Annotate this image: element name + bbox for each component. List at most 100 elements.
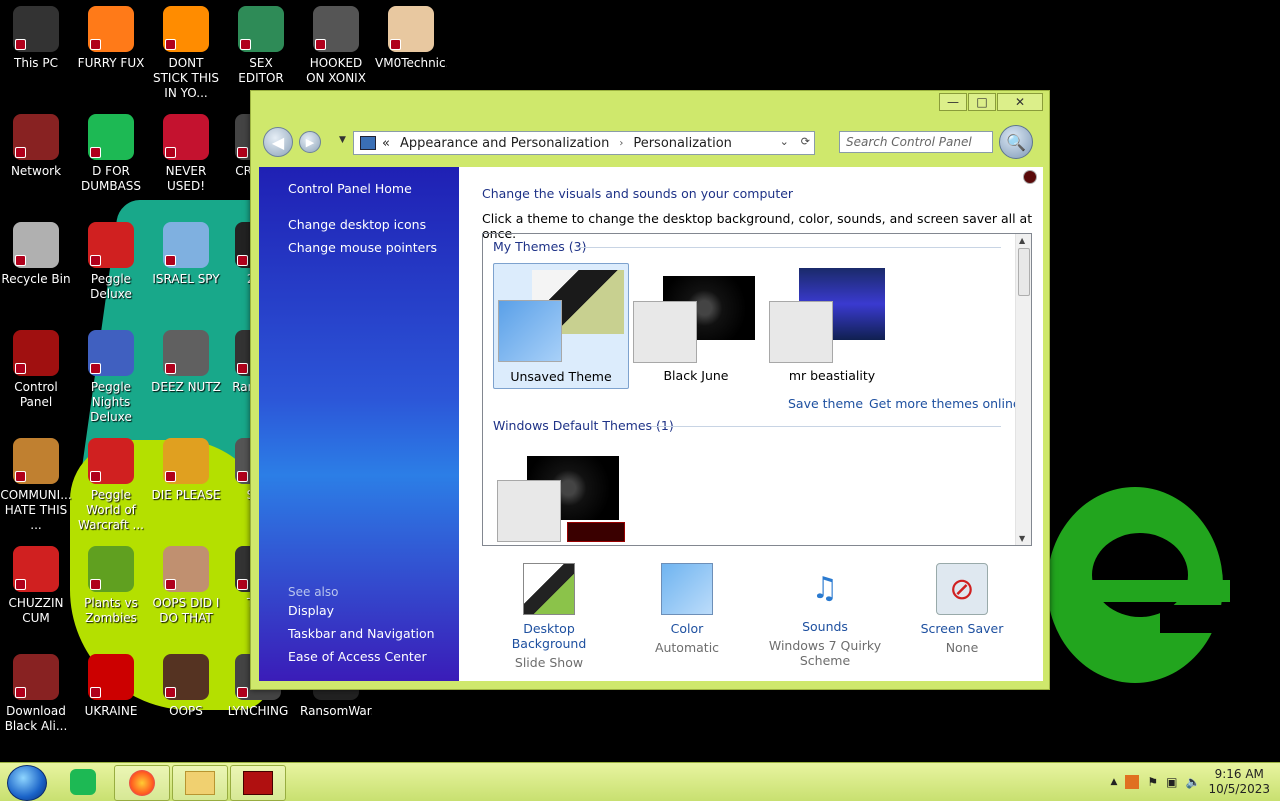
app-icon bbox=[313, 6, 359, 52]
theme-default[interactable] bbox=[493, 448, 627, 545]
desktop-icon[interactable]: Control Panel bbox=[0, 330, 72, 410]
close-button[interactable]: ✕ bbox=[997, 93, 1043, 111]
desktop-background-link[interactable]: Desktop Background bbox=[484, 621, 614, 651]
desktop-icon[interactable]: DONT STICK THIS IN YO... bbox=[150, 6, 222, 101]
back-button[interactable]: ◀ bbox=[263, 127, 293, 157]
desktop-icon[interactable]: UKRAINE bbox=[75, 654, 147, 719]
minimize-button[interactable]: — bbox=[939, 93, 967, 111]
desktop-background-setting[interactable]: Desktop Background Slide Show bbox=[484, 563, 614, 670]
recent-pages-dropdown[interactable]: ▼ bbox=[339, 135, 346, 145]
breadcrumb-separator-icon[interactable]: › bbox=[619, 138, 623, 149]
taskbar-firefox-button[interactable] bbox=[114, 765, 170, 801]
app-icon bbox=[163, 438, 209, 484]
desktop-icon[interactable]: Peggle World of Warcraft ... bbox=[75, 438, 147, 533]
control-panel-home-link[interactable]: Control Panel Home bbox=[288, 181, 412, 196]
app-icon bbox=[88, 654, 134, 700]
taskbar-explorer-button[interactable] bbox=[172, 765, 228, 801]
desktop-icon-label: Peggle Nights Deluxe bbox=[90, 380, 132, 424]
sounds-setting[interactable]: ♫ Sounds Windows 7 Quirky Scheme bbox=[760, 563, 890, 669]
desktop-icon[interactable]: CHUZZIN CUM bbox=[0, 546, 72, 626]
maximize-button[interactable]: □ bbox=[968, 93, 996, 111]
search-input[interactable]: Search Control Panel bbox=[839, 131, 993, 153]
desktop-icon[interactable]: Peggle Deluxe bbox=[75, 222, 147, 302]
screen-saver-value: None bbox=[945, 640, 979, 655]
desktop-icon[interactable]: D FOR DUMBASS bbox=[75, 114, 147, 194]
theme-black-june[interactable]: Black June bbox=[629, 263, 763, 387]
scroll-down-icon[interactable]: ▼ bbox=[1019, 534, 1025, 543]
theme-unsaved[interactable]: Unsaved Theme bbox=[493, 263, 629, 389]
theme-label: mr beastiality bbox=[788, 368, 876, 383]
personalization-window[interactable]: — □ ✕ ◀ ▶ ▼ « Appearance and Personaliza… bbox=[250, 90, 1050, 690]
spotify-icon bbox=[70, 769, 96, 795]
themes-scrollbar[interactable]: ▲ ▼ bbox=[1015, 234, 1031, 545]
app-icon bbox=[163, 222, 209, 268]
app-icon bbox=[163, 330, 209, 376]
help-icon[interactable] bbox=[1023, 170, 1037, 184]
display-link[interactable]: Display bbox=[288, 603, 334, 618]
shortcut-arrow-icon bbox=[165, 147, 176, 158]
desktop-icon[interactable]: Network bbox=[0, 114, 72, 179]
window-content: Control Panel Home Change desktop icons … bbox=[259, 167, 1043, 681]
desktop-icon-label: NEVER USED! bbox=[165, 164, 207, 193]
refresh-icon[interactable]: ⟳ bbox=[801, 135, 810, 148]
screen-saver-setting[interactable]: ⊘ Screen Saver None bbox=[897, 563, 1027, 655]
shortcut-arrow-icon bbox=[390, 39, 401, 50]
desktop-icon[interactable]: Peggle Nights Deluxe bbox=[75, 330, 147, 425]
desktop-icon[interactable]: Download Black Ali... bbox=[0, 654, 72, 734]
app-icon bbox=[13, 222, 59, 268]
save-theme-link[interactable]: Save theme bbox=[788, 396, 863, 411]
address-overflow[interactable]: « bbox=[382, 136, 390, 151]
desktop-icon[interactable]: This PC bbox=[0, 6, 72, 71]
desktop-icon[interactable]: DIE PLEASE bbox=[150, 438, 222, 503]
scroll-thumb[interactable] bbox=[1018, 248, 1030, 296]
scroll-up-icon[interactable]: ▲ bbox=[1019, 236, 1025, 245]
screen-saver-link[interactable]: Screen Saver bbox=[897, 621, 1027, 636]
app-icon bbox=[163, 654, 209, 700]
desktop-icon[interactable]: FURRY FUX bbox=[75, 6, 147, 71]
themes-list[interactable]: My Themes (3) Unsaved Theme Black June m… bbox=[482, 233, 1032, 546]
show-hidden-icons-button[interactable]: ▲ bbox=[1110, 777, 1117, 787]
taskbar-spotify-button[interactable] bbox=[56, 765, 110, 799]
change-mouse-pointers-link[interactable]: Change mouse pointers bbox=[288, 240, 437, 255]
address-bar[interactable]: « Appearance and Personalization › Perso… bbox=[353, 131, 815, 155]
app-icon bbox=[163, 6, 209, 52]
desktop-icon-label: FURRY FUX bbox=[77, 56, 145, 70]
breadcrumb-appearance[interactable]: Appearance and Personalization bbox=[400, 136, 609, 151]
shortcut-arrow-icon bbox=[15, 363, 26, 374]
taskbar-navigation-link[interactable]: Taskbar and Navigation bbox=[288, 626, 435, 641]
desktop-icon[interactable]: Plants vs Zombies bbox=[75, 546, 147, 626]
desktop-icon[interactable]: Recycle Bin bbox=[0, 222, 72, 287]
desktop-icon[interactable]: SEX EDITOR bbox=[225, 6, 297, 86]
volume-icon[interactable]: 🔈 bbox=[1186, 775, 1201, 789]
desktop-icon[interactable]: NEVER USED! bbox=[150, 114, 222, 194]
sounds-link[interactable]: Sounds bbox=[760, 619, 890, 634]
flag-icon[interactable]: ⚑ bbox=[1147, 775, 1158, 789]
address-dropdown-icon[interactable]: ⌄ bbox=[780, 135, 789, 148]
tray-app-icon[interactable] bbox=[1125, 775, 1140, 789]
desktop-icon[interactable]: HOOKED ON XONIX bbox=[300, 6, 372, 86]
forward-button[interactable]: ▶ bbox=[299, 131, 321, 153]
theme-mr-beastiality[interactable]: mr beastiality bbox=[765, 263, 899, 387]
app-icon bbox=[163, 114, 209, 160]
get-more-themes-link[interactable]: Get more themes online bbox=[869, 396, 1021, 411]
desktop-icon[interactable]: VM0Technic... bbox=[375, 6, 447, 71]
network-icon[interactable]: ▣ bbox=[1166, 775, 1177, 789]
change-desktop-icons-link[interactable]: Change desktop icons bbox=[288, 217, 426, 232]
clock[interactable]: 9:16 AM 10/5/2023 bbox=[1208, 767, 1270, 797]
color-link[interactable]: Color bbox=[622, 621, 752, 636]
arrow-left-icon: ◀ bbox=[271, 132, 285, 152]
desktop-icon[interactable]: COMMUNI... HATE THIS ... bbox=[0, 438, 72, 533]
taskbar-control-panel-button[interactable] bbox=[230, 765, 286, 801]
search-button[interactable]: 🔍 bbox=[999, 125, 1033, 159]
desktop-background-icon bbox=[523, 563, 575, 615]
theme-label: Unsaved Theme bbox=[510, 369, 612, 384]
color-swatch-icon bbox=[769, 301, 833, 363]
start-button[interactable] bbox=[7, 765, 47, 801]
ease-of-access-link[interactable]: Ease of Access Center bbox=[288, 649, 427, 664]
desktop-icon[interactable]: OOPS DID I DO THAT bbox=[150, 546, 222, 626]
desktop-icon[interactable]: OOPS bbox=[150, 654, 222, 719]
desktop-icon[interactable]: DEEZ NUTZ bbox=[150, 330, 222, 395]
desktop-icon[interactable]: ISRAEL SPY bbox=[150, 222, 222, 287]
color-setting[interactable]: Color Automatic bbox=[622, 563, 752, 655]
breadcrumb-personalization[interactable]: Personalization bbox=[633, 136, 732, 151]
